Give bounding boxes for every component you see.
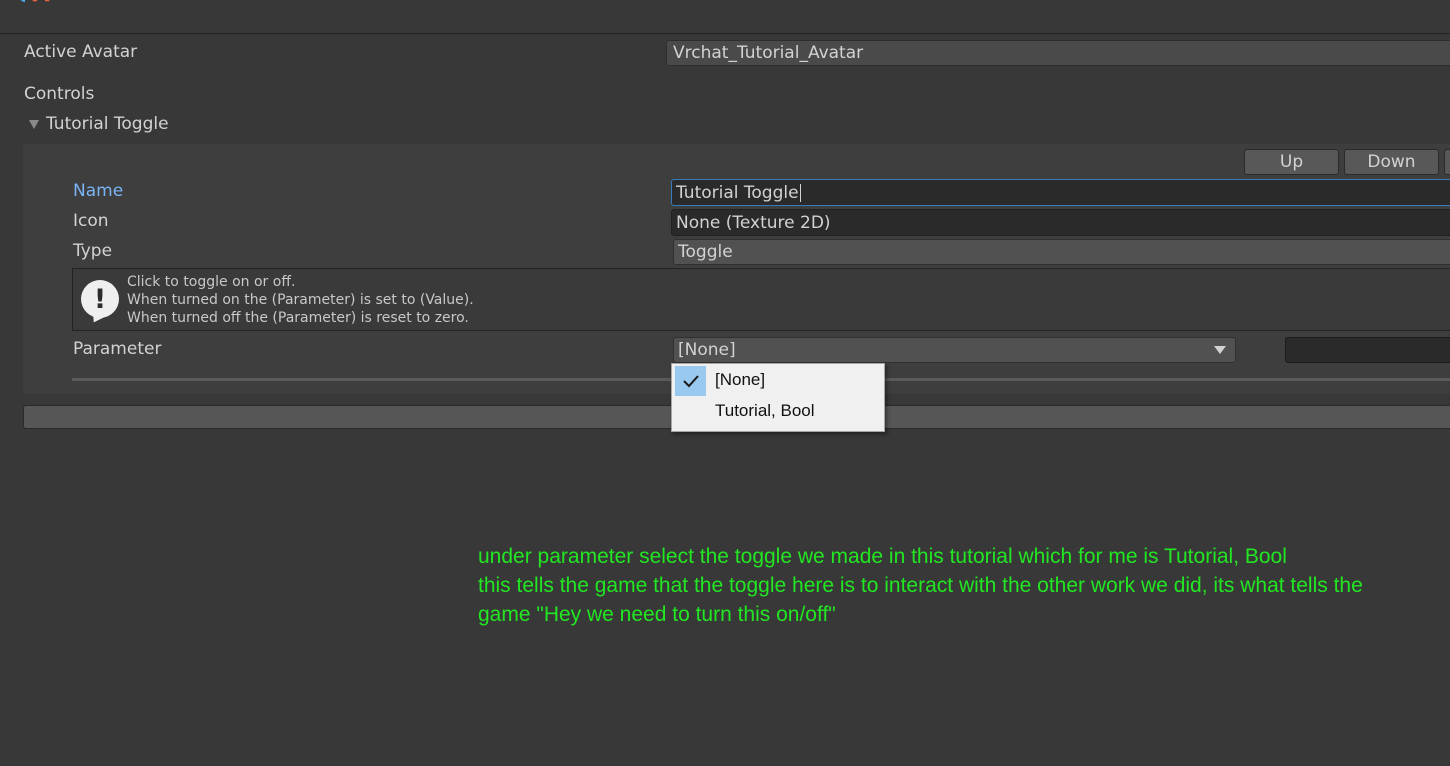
chevron-down-icon: [1214, 346, 1226, 354]
type-label: Type: [73, 241, 113, 261]
text-caret: [799, 183, 801, 202]
help-line-2: When turned on the (Parameter) is set to…: [127, 292, 474, 308]
menu-item-tutorial-bool[interactable]: Tutorial, Bool: [672, 399, 884, 430]
menu-item-none[interactable]: [None]: [672, 364, 884, 396]
down-button[interactable]: Down: [1344, 149, 1439, 175]
help-line-3: When turned off the (Parameter) is reset…: [127, 310, 469, 326]
parameter-label: Parameter: [73, 339, 162, 359]
icon-value: None (Texture 2D): [676, 212, 831, 233]
type-dropdown[interactable]: Toggle: [673, 239, 1450, 265]
tool-logo-icon: [20, 0, 50, 3]
help-box: ! Click to toggle on or off. When turned…: [72, 268, 1450, 331]
name-label: Name: [73, 181, 124, 201]
help-line-1: Click to toggle on or off.: [127, 274, 296, 290]
active-avatar-field[interactable]: Vrchat_Tutorial_Avatar: [666, 40, 1450, 66]
name-value: Tutorial Toggle: [676, 182, 799, 203]
foldout-triangle-icon: [29, 120, 39, 129]
icon-label: Icon: [73, 211, 109, 231]
parameter-dropdown-menu: [None] Tutorial, Bool: [671, 363, 885, 432]
foldout-label: Tutorial Toggle: [46, 114, 169, 134]
top-bar: [0, 0, 1450, 34]
parameter-dropdown[interactable]: [None]: [673, 337, 1236, 363]
tutorial-toggle-foldout[interactable]: Tutorial Toggle: [28, 114, 169, 134]
icon-object-field[interactable]: None (Texture 2D): [671, 209, 1450, 236]
type-value: Toggle: [678, 242, 733, 262]
menu-item-label: Tutorial, Bool: [715, 401, 815, 420]
menu-item-label: [None]: [715, 370, 766, 389]
parameter-value-field[interactable]: [1285, 337, 1450, 363]
annotation-line-1: under parameter select the toggle we mad…: [478, 545, 1287, 568]
parameter-value: [None]: [678, 340, 736, 360]
up-button[interactable]: Up: [1244, 149, 1339, 175]
active-avatar-label: Active Avatar: [24, 42, 138, 62]
name-input[interactable]: Tutorial Toggle: [671, 179, 1450, 206]
info-icon: !: [81, 280, 119, 318]
check-icon: [675, 366, 706, 396]
tutorial-annotation: under parameter select the toggle we mad…: [478, 542, 1438, 629]
annotation-line-3: game "Hey we need to turn this on/off": [478, 603, 836, 626]
active-avatar-value: Vrchat_Tutorial_Avatar: [673, 43, 864, 63]
annotation-line-2: this tells the game that the toggle here…: [478, 574, 1363, 597]
controls-heading: Controls: [24, 84, 95, 104]
remove-button[interactable]: [1444, 149, 1450, 175]
